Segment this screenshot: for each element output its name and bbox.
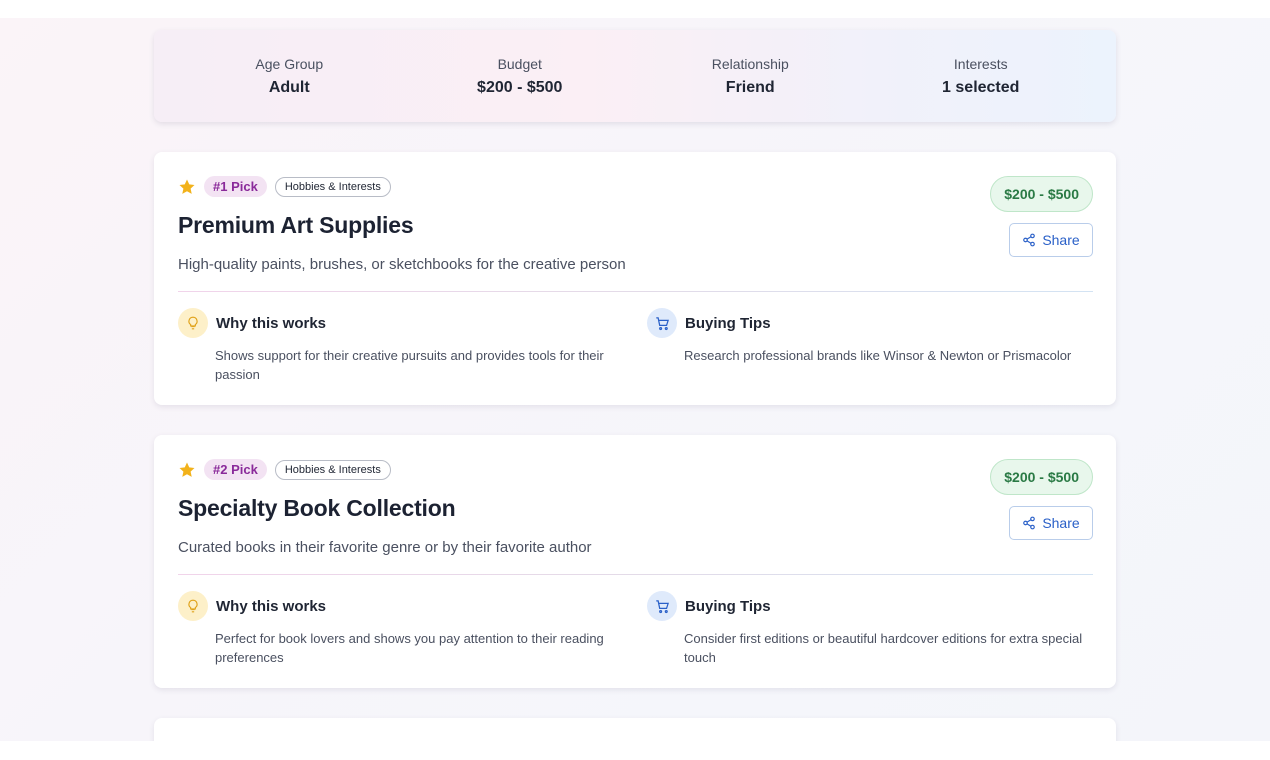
bottom-strip xyxy=(0,741,1270,760)
tips-text: Consider first editions or beautiful har… xyxy=(684,631,1083,665)
divider xyxy=(178,574,1093,575)
why-title: Why this works xyxy=(216,597,327,615)
price-badge: $200 - $500 xyxy=(990,459,1093,495)
share-label: Share xyxy=(1042,232,1080,248)
gift-card-1: #1 Pick Hobbies & Interests Premium Art … xyxy=(154,152,1116,405)
summary-label: Relationship xyxy=(711,55,789,72)
why-text: Perfect for book lovers and shows you pa… xyxy=(215,631,604,665)
summary-relationship: Relationship Friend xyxy=(640,56,860,97)
divider xyxy=(178,291,1093,292)
share-button[interactable]: Share xyxy=(1009,506,1093,540)
summary-label: Interests xyxy=(953,55,1008,72)
pick-rank-badge: #2 Pick xyxy=(204,459,267,480)
top-strip xyxy=(0,0,1270,18)
why-text: Shows support for their creative pursuit… xyxy=(215,348,604,382)
share-button[interactable]: Share xyxy=(1009,223,1093,257)
summary-value: 1 selected xyxy=(942,78,1020,96)
summary-value: Friend xyxy=(725,78,775,96)
summary-value: $200 - $500 xyxy=(477,78,563,96)
price-badge: $200 - $500 xyxy=(990,176,1093,212)
shopping-cart-icon xyxy=(647,308,677,338)
why-section: Why this works Shows support for their c… xyxy=(178,308,618,384)
pick-rank-badge: #1 Pick xyxy=(204,176,267,197)
card-tags: #1 Pick Hobbies & Interests xyxy=(178,176,391,197)
summary-age-group: Age Group Adult xyxy=(179,56,399,97)
summary-value: Adult xyxy=(268,78,310,96)
tips-title: Buying Tips xyxy=(685,597,771,615)
gift-title: Premium Art Supplies xyxy=(178,212,414,238)
card-tags: #2 Pick Hobbies & Interests xyxy=(178,459,391,480)
gift-description: Curated books in their favorite genre or… xyxy=(178,539,592,556)
lightbulb-icon xyxy=(178,308,208,338)
share-label: Share xyxy=(1042,515,1080,531)
summary-label: Age Group xyxy=(255,55,324,72)
summary-label: Budget xyxy=(497,55,542,72)
gift-card-2: #2 Pick Hobbies & Interests Specialty Bo… xyxy=(154,435,1116,688)
tips-section: Buying Tips Consider first editions or b… xyxy=(647,591,1087,667)
shopping-cart-icon xyxy=(647,591,677,621)
gift-description: High-quality paints, brushes, or sketchb… xyxy=(178,256,626,273)
share-icon xyxy=(1023,516,1036,530)
summary-interests: Interests 1 selected xyxy=(871,56,1091,97)
category-badge: Hobbies & Interests xyxy=(274,176,391,197)
preferences-summary: Age Group Adult Budget $200 - $500 Relat… xyxy=(154,30,1116,122)
summary-budget: Budget $200 - $500 xyxy=(410,56,630,97)
star-icon xyxy=(178,178,196,196)
tips-section: Buying Tips Research professional brands… xyxy=(647,308,1087,365)
lightbulb-icon xyxy=(178,591,208,621)
share-icon xyxy=(1023,233,1036,247)
gift-title: Specialty Book Collection xyxy=(178,495,456,521)
why-section: Why this works Perfect for book lovers a… xyxy=(178,591,618,667)
tips-title: Buying Tips xyxy=(685,314,771,332)
tips-text: Research professional brands like Winsor… xyxy=(684,348,1072,363)
star-icon xyxy=(178,461,196,479)
category-badge: Hobbies & Interests xyxy=(274,459,391,480)
why-title: Why this works xyxy=(216,314,327,332)
